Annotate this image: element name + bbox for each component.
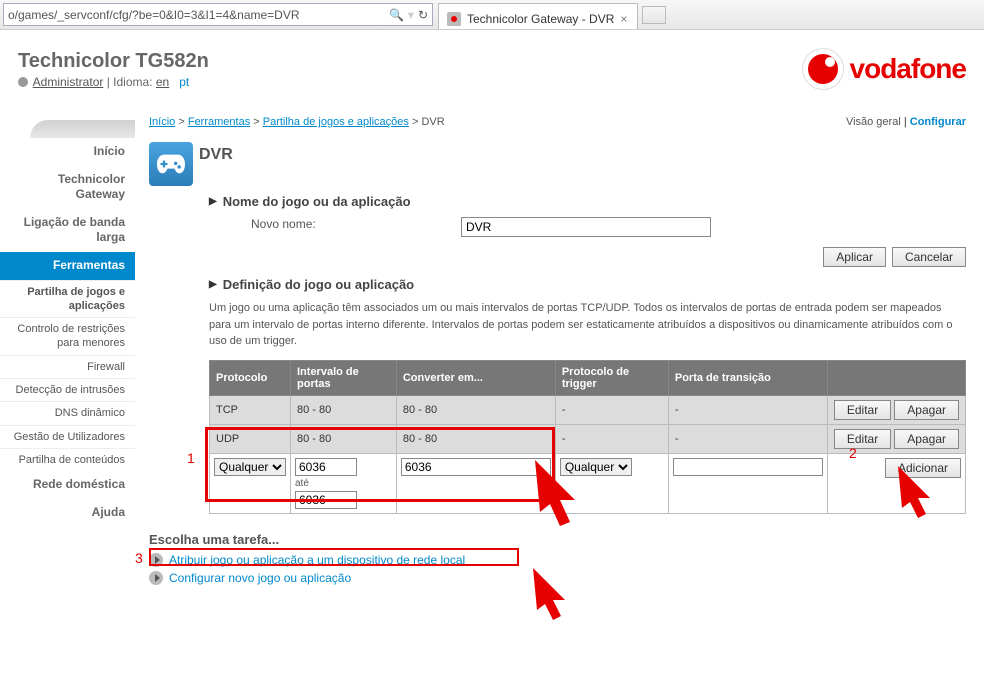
tab-close-icon[interactable]: × <box>620 12 627 26</box>
th-range: Intervalo de portas <box>291 360 397 395</box>
th-trigger-port: Porta de transição <box>668 360 827 395</box>
url-controls: 🔍 ▾ ↻ <box>389 8 428 22</box>
configure-link[interactable]: Configurar <box>910 116 966 128</box>
url-text: o/games/_servconf/cfg/?be=0&I0=3&I1=4&na… <box>8 8 385 22</box>
cancel-button[interactable]: Cancelar <box>892 247 966 267</box>
tab-strip: Technicolor Gateway - DVR × <box>436 0 666 29</box>
sub-sharing[interactable]: Partilha de jogos e aplicações <box>0 280 135 318</box>
th-convert: Converter em... <box>396 360 555 395</box>
sidebar: Início Technicolor Gateway Ligação de ba… <box>0 120 135 599</box>
bc-tools[interactable]: Ferramentas <box>188 116 250 128</box>
user-line: Administrator | Idioma: en pt <box>18 75 209 89</box>
task-new[interactable]: Configurar novo jogo ou aplicação <box>149 571 966 585</box>
brand-logo: vodafone <box>802 48 966 90</box>
tab-title: Technicolor Gateway - DVR <box>467 12 614 26</box>
task-new-label: Configurar novo jogo ou aplicação <box>169 571 351 585</box>
sub-firewall[interactable]: Firewall <box>0 355 135 378</box>
edit-button[interactable]: Editar <box>834 429 891 449</box>
cursor-arrow-3 <box>525 560 575 620</box>
nav-ferramentas[interactable]: Ferramentas <box>0 252 135 280</box>
sub-users[interactable]: Gestão de Utilizadores <box>0 425 135 448</box>
device-name: Technicolor TG582n <box>18 50 209 73</box>
protocol-select[interactable]: Qualquer <box>214 458 286 476</box>
nav-home-network[interactable]: Rede doméstica <box>0 471 135 499</box>
page-header: Technicolor TG582n Administrator | Idiom… <box>0 30 984 100</box>
nav-broadband[interactable]: Ligação de banda larga <box>0 209 135 252</box>
edit-button[interactable]: Editar <box>834 400 891 420</box>
bc-current: DVR <box>421 116 444 128</box>
page-title: DVR <box>199 146 233 164</box>
bc-home[interactable]: Início <box>149 116 175 128</box>
browser-tab[interactable]: Technicolor Gateway - DVR × <box>438 3 638 29</box>
add-button[interactable]: Adicionar <box>885 458 961 478</box>
bullet-icon <box>149 571 163 585</box>
new-name-input[interactable] <box>461 217 711 237</box>
port-to-input[interactable] <box>295 491 357 509</box>
annotation-num-2: 2 <box>849 445 857 461</box>
trigger-protocol-select[interactable]: Qualquer <box>560 458 632 476</box>
arrow-icon: ▶ <box>209 279 217 290</box>
breadcrumb: Início > Ferramentas > Partilha de jogos… <box>149 110 966 142</box>
annotation-box-3 <box>149 548 519 566</box>
vodafone-icon <box>802 48 844 90</box>
delete-button[interactable]: Apagar <box>894 400 959 420</box>
new-name-label: Novo nome: <box>251 217 461 237</box>
lang-pt[interactable]: pt <box>179 75 189 89</box>
user-icon <box>18 77 28 87</box>
nav-help[interactable]: Ajuda <box>0 499 135 527</box>
annotation-num-1: 1 <box>187 450 195 466</box>
refresh-icon[interactable]: ↻ <box>418 8 428 22</box>
bc-sharing[interactable]: Partilha de jogos e aplicações <box>263 116 409 128</box>
th-trigger-proto: Protocolo de trigger <box>555 360 668 395</box>
add-rule-row: Qualquer até Qualquer <box>210 453 966 513</box>
sub-ddns[interactable]: DNS dinâmico <box>0 401 135 424</box>
table-row: TCP 80 - 80 80 - 80 - - Editar Apagar <box>210 395 966 424</box>
section-description: Um jogo ou uma aplicação têm associados … <box>209 300 966 350</box>
search-icon[interactable]: 🔍 <box>389 8 404 22</box>
convert-input[interactable] <box>401 458 551 476</box>
th-protocol: Protocolo <box>210 360 291 395</box>
trigger-port-input[interactable] <box>673 458 823 476</box>
brand-text: vodafone <box>850 53 966 85</box>
sub-content[interactable]: Partilha de conteúdos <box>0 448 135 471</box>
lang-en[interactable]: en <box>156 75 169 89</box>
section-name: ▶ Nome do jogo ou da aplicação <box>209 194 966 209</box>
port-to-label: até <box>295 478 392 489</box>
browser-chrome: o/games/_servconf/cfg/?be=0&I0=3&I1=4&na… <box>0 0 984 30</box>
main-content: Início > Ferramentas > Partilha de jogos… <box>135 100 984 599</box>
port-from-input[interactable] <box>295 458 357 476</box>
gamepad-icon <box>149 142 193 186</box>
nav-inicio[interactable]: Início <box>0 138 135 166</box>
arrow-icon: ▶ <box>209 196 217 207</box>
url-bar[interactable]: o/games/_servconf/cfg/?be=0&I0=3&I1=4&na… <box>3 3 433 26</box>
new-tab-button[interactable] <box>642 6 666 24</box>
tasks-heading: Escolha uma tarefa... <box>149 532 966 547</box>
delete-button[interactable]: Apagar <box>894 429 959 449</box>
sidebar-tab-decor <box>30 120 135 138</box>
sub-intrusion[interactable]: Detecção de intrusões <box>0 378 135 401</box>
admin-link[interactable]: Administrator <box>33 75 104 89</box>
overview-link[interactable]: Visão geral <box>846 116 901 128</box>
section-def: ▶ Definição do jogo ou aplicação <box>209 277 966 292</box>
th-actions <box>827 360 965 395</box>
apply-button[interactable]: Aplicar <box>823 247 886 267</box>
favicon-icon <box>447 12 461 26</box>
sub-parental[interactable]: Controlo de restrições para menores <box>0 317 135 355</box>
annotation-num-3: 3 <box>135 550 143 566</box>
nav-gateway[interactable]: Technicolor Gateway <box>0 166 135 209</box>
rules-table: Protocolo Intervalo de portas Converter … <box>209 360 966 514</box>
